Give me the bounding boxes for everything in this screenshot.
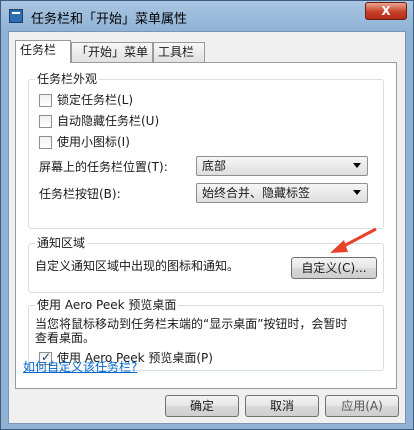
notification-group-title: 通知区域 [35, 236, 88, 250]
autohide-label: 自动隐藏任务栏(U) [57, 114, 160, 128]
small-icons-checkbox[interactable] [39, 136, 52, 149]
tab-taskbar[interactable]: 任务栏 [15, 40, 71, 63]
lock-taskbar-label: 锁定任务栏(L) [57, 93, 134, 107]
aero-peek-desc-line2: 查看桌面。 [35, 331, 96, 345]
position-select[interactable]: 底部 [196, 156, 368, 176]
apply-button[interactable]: 应用(A) [325, 395, 399, 417]
dialog-client-area: 任务栏 「开始」菜单 工具栏 任务栏外观 锁定任务栏(L) 自动隐藏任务栏(U)… [8, 31, 406, 424]
buttons-select[interactable]: 始终合并、隐藏标签 [196, 183, 368, 203]
buttons-label: 任务栏按钮(B): [39, 187, 121, 201]
taskbar-tab-panel: 任务栏外观 锁定任务栏(L) 自动隐藏任务栏(U) 使用小图标(I) 屏幕上的任… [15, 62, 397, 389]
buttons-select-value: 始终合并、隐藏标签 [202, 186, 311, 200]
window-title: 任务栏和「开始」菜单属性 [31, 12, 188, 27]
lock-taskbar-checkbox[interactable] [39, 94, 52, 107]
position-select-value: 底部 [202, 159, 227, 173]
close-button[interactable]: X [365, 2, 407, 20]
chevron-down-icon [353, 190, 361, 195]
tab-toolbars[interactable]: 工具栏 [153, 42, 205, 62]
aero-peek-group-title: 使用 Aero Peek 预览桌面 [35, 298, 179, 312]
appearance-group-title: 任务栏外观 [35, 72, 100, 86]
autohide-checkbox[interactable] [39, 115, 52, 128]
tab-start-menu[interactable]: 「开始」菜单 [71, 42, 153, 62]
chevron-down-icon [353, 163, 361, 168]
appearance-group: 任务栏外观 锁定任务栏(L) 自动隐藏任务栏(U) 使用小图标(I) 屏幕上的任… [28, 72, 384, 229]
taskbar-app-icon [9, 9, 23, 23]
position-label: 屏幕上的任务栏位置(T): [39, 160, 168, 174]
annotation-arrow-icon [330, 227, 377, 253]
notification-description: 自定义通知区域中出现的图标和通知。 [35, 259, 240, 273]
customize-button[interactable]: 自定义(C)... [291, 257, 377, 279]
small-icons-label: 使用小图标(I) [57, 135, 130, 149]
ok-button[interactable]: 确定 [165, 395, 239, 417]
properties-window: 任务栏和「开始」菜单属性 X 任务栏 「开始」菜单 工具栏 任务栏外观 锁定任务… [0, 0, 414, 430]
help-link[interactable]: 如何自定义该任务栏? [23, 358, 137, 375]
cancel-button[interactable]: 取消 [245, 395, 319, 417]
title-bar[interactable]: 任务栏和「开始」菜单属性 X [1, 1, 413, 31]
